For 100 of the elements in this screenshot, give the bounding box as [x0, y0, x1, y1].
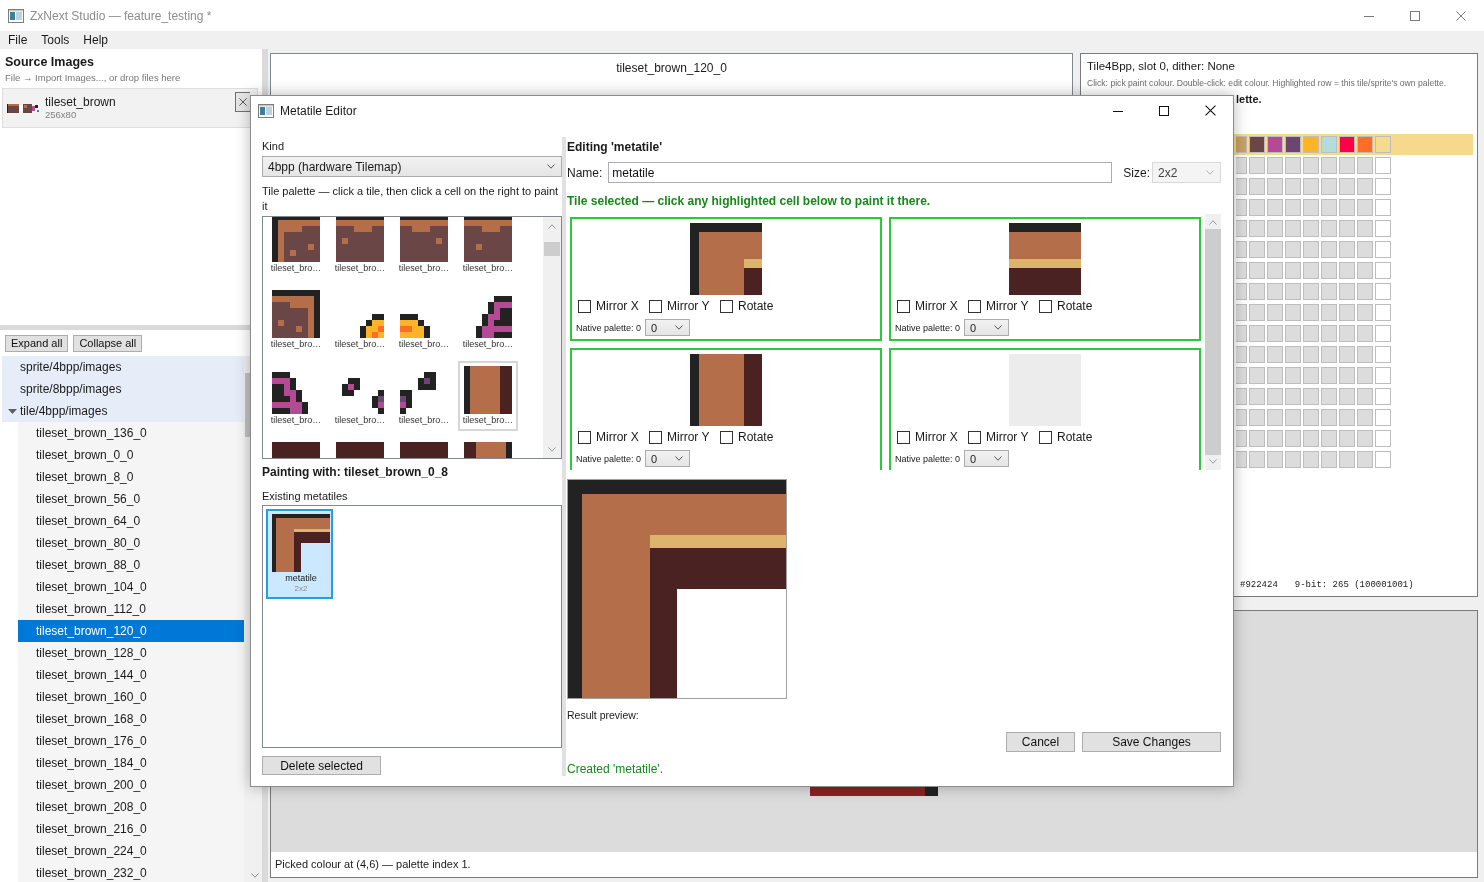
color-swatch[interactable] [1339, 451, 1355, 468]
tree-item[interactable]: tileset_brown_224_0 [18, 840, 244, 862]
color-swatch[interactable] [1303, 346, 1319, 363]
color-swatch[interactable] [1339, 346, 1355, 363]
checkbox[interactable] [1039, 299, 1052, 313]
color-swatch[interactable] [1267, 451, 1283, 468]
cancel-button[interactable]: Cancel [1006, 732, 1075, 752]
color-swatch[interactable] [1339, 283, 1355, 300]
color-swatch[interactable] [1357, 220, 1373, 237]
color-swatch[interactable] [1236, 304, 1247, 321]
tile-item[interactable]: tileset_bro… [266, 361, 326, 431]
menu-item[interactable]: File [1, 31, 35, 49]
color-swatch[interactable] [1249, 157, 1265, 174]
tree-item[interactable]: tileset_brown_88_0 [18, 554, 244, 576]
color-swatch[interactable] [1321, 346, 1337, 363]
color-swatch[interactable] [1285, 199, 1301, 216]
tree-item[interactable]: sprite/4bpp/images [2, 356, 244, 378]
color-swatch[interactable] [1321, 220, 1337, 237]
color-swatch[interactable] [1285, 220, 1301, 237]
color-swatch[interactable] [1285, 325, 1301, 342]
scrollbar-thumb[interactable] [245, 373, 250, 437]
color-swatch[interactable] [1375, 430, 1391, 447]
tile-item[interactable]: tileset_bro… [330, 217, 390, 279]
color-swatch[interactable] [1375, 304, 1391, 321]
color-swatch[interactable] [1303, 388, 1319, 405]
tile-cell[interactable]: Mirror X Mirror Y Rotate Native palette: 0 0 [889, 217, 1201, 341]
color-swatch[interactable] [1375, 388, 1391, 405]
checkbox[interactable] [578, 430, 591, 444]
color-swatch[interactable] [1321, 241, 1337, 258]
color-swatch[interactable] [1339, 304, 1355, 321]
collapse-all-button[interactable]: Collapse all [73, 335, 143, 352]
color-swatch[interactable] [1249, 346, 1265, 363]
caret-icon[interactable] [8, 408, 17, 414]
color-swatch[interactable] [1267, 157, 1283, 174]
color-swatch[interactable] [1357, 409, 1373, 426]
color-swatch[interactable] [1339, 136, 1355, 153]
tree-item[interactable]: tileset_brown_176_0 [18, 730, 244, 752]
color-swatch[interactable] [1303, 262, 1319, 279]
color-swatch[interactable] [1249, 220, 1265, 237]
color-swatch[interactable] [1339, 241, 1355, 258]
tile-item[interactable]: tileset_bro… [330, 285, 390, 355]
color-swatch[interactable] [1249, 136, 1265, 153]
color-swatch[interactable] [1339, 367, 1355, 384]
color-swatch[interactable] [1375, 220, 1391, 237]
menu-item[interactable]: Tools [34, 31, 77, 49]
color-swatch[interactable] [1321, 157, 1337, 174]
tree-item[interactable]: tileset_brown_8_0 [18, 466, 244, 488]
color-swatch[interactable] [1267, 346, 1283, 363]
color-swatch[interactable] [1249, 325, 1265, 342]
color-swatch[interactable] [1249, 199, 1265, 216]
metatile-item[interactable]: metatile 2x2 [266, 509, 333, 599]
color-swatch[interactable] [1321, 451, 1337, 468]
palette-dropdown[interactable]: 0 [645, 450, 691, 467]
tile-item[interactable]: tileset_bro… [266, 217, 326, 279]
color-swatch[interactable] [1357, 388, 1373, 405]
color-swatch[interactable] [1357, 367, 1373, 384]
color-swatch[interactable] [1303, 136, 1319, 153]
tree-item[interactable]: tileset_brown_200_0 [18, 774, 244, 796]
color-swatch[interactable] [1357, 346, 1373, 363]
color-swatch[interactable] [1339, 262, 1355, 279]
tree-item[interactable]: tileset_brown_232_0 [18, 862, 244, 882]
color-swatch[interactable] [1339, 199, 1355, 216]
color-swatch[interactable] [1285, 346, 1301, 363]
color-swatch[interactable] [1236, 178, 1247, 195]
color-swatch[interactable] [1267, 430, 1283, 447]
save-button[interactable]: Save Changes [1082, 732, 1221, 752]
scrollbar-thumb[interactable] [544, 242, 560, 256]
color-swatch[interactable] [1236, 199, 1247, 216]
color-swatch[interactable] [1303, 430, 1319, 447]
color-swatch[interactable] [1375, 178, 1391, 195]
color-swatch[interactable] [1249, 451, 1265, 468]
color-swatch[interactable] [1303, 178, 1319, 195]
color-swatch[interactable] [1285, 409, 1301, 426]
color-swatch[interactable] [1249, 430, 1265, 447]
tree-item[interactable]: tileset_brown_56_0 [18, 488, 244, 510]
color-swatch[interactable] [1357, 430, 1373, 447]
color-swatch[interactable] [1339, 409, 1355, 426]
color-swatch[interactable] [1249, 304, 1265, 321]
color-swatch[interactable] [1249, 388, 1265, 405]
color-swatch[interactable] [1321, 430, 1337, 447]
color-swatch[interactable] [1339, 178, 1355, 195]
color-swatch[interactable] [1285, 304, 1301, 321]
color-swatch[interactable] [1375, 157, 1391, 174]
color-swatch[interactable] [1303, 199, 1319, 216]
color-swatch[interactable] [1267, 199, 1283, 216]
color-swatch[interactable] [1249, 409, 1265, 426]
tile-item[interactable]: tileset_bro… [458, 285, 518, 355]
tree-item[interactable]: sprite/8bpp/images [2, 378, 244, 400]
color-swatch[interactable] [1285, 451, 1301, 468]
tree-item[interactable]: tileset_brown_184_0 [18, 752, 244, 774]
color-swatch[interactable] [1375, 367, 1391, 384]
color-swatch[interactable] [1249, 283, 1265, 300]
color-swatch[interactable] [1357, 451, 1373, 468]
tile-item[interactable]: tileset_bro… [394, 361, 454, 431]
color-swatch[interactable] [1285, 388, 1301, 405]
color-swatch[interactable] [1267, 388, 1283, 405]
tree-item[interactable]: tileset_brown_0_0 [18, 444, 244, 466]
tree-item[interactable]: tileset_brown_120_0 [18, 620, 244, 642]
tile-item[interactable]: tileset_bro… [394, 285, 454, 355]
menu-item[interactable]: Help [76, 31, 116, 49]
